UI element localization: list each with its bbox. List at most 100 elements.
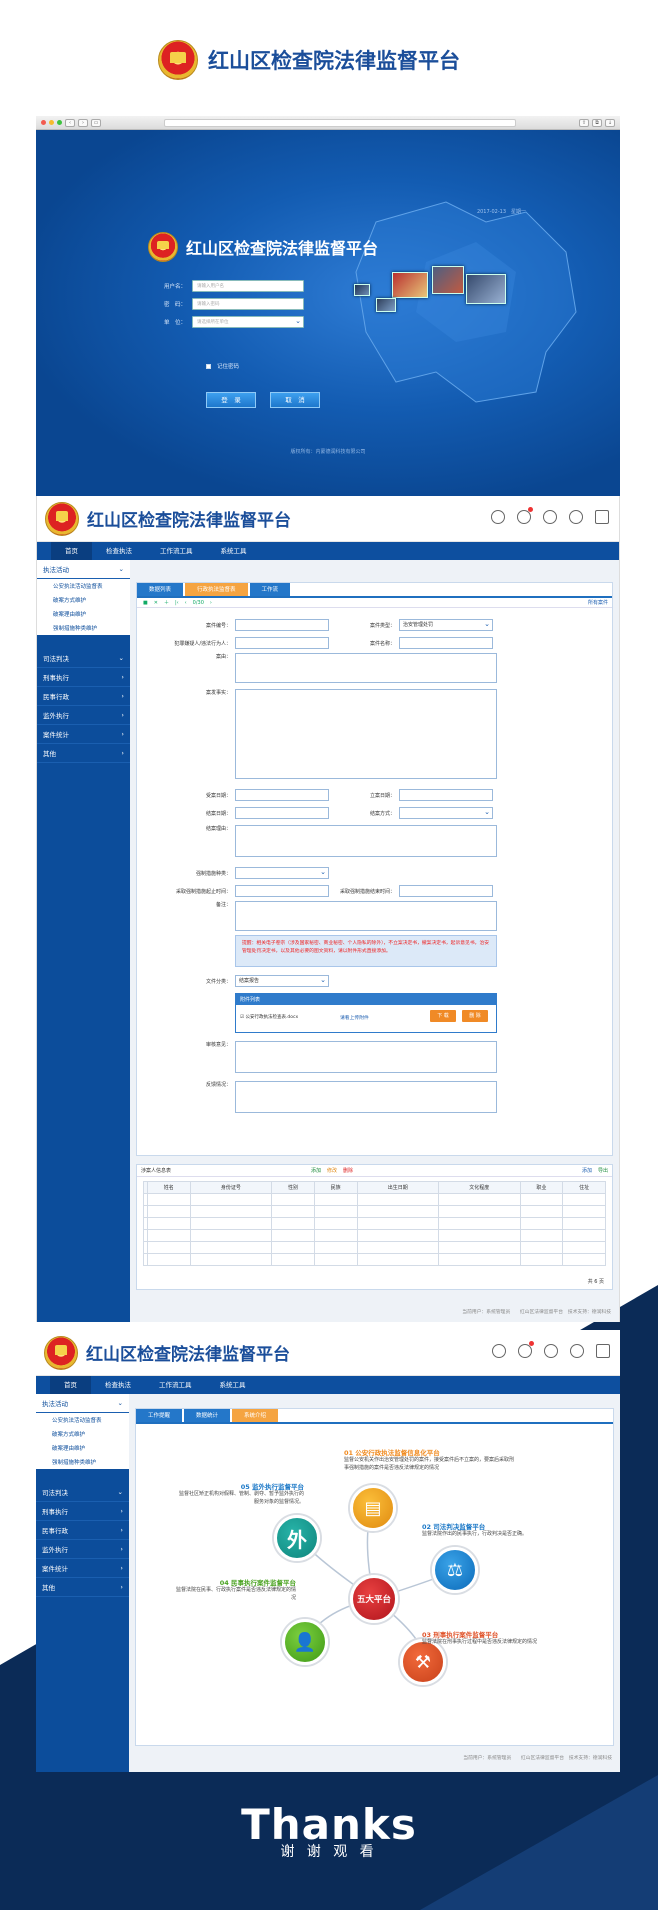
nav-workflow[interactable]: 工作流工具 [146,542,207,560]
login-button[interactable]: 登 录 [206,392,256,408]
sidebar-group-judgment[interactable]: 司法判决 ⌄ [37,649,130,668]
first-icon[interactable]: |‹ [175,600,179,606]
suspect-edit-action[interactable]: 修改 [327,1167,337,1174]
delete-button[interactable]: 删 除 [462,1010,488,1022]
sidebar-item-measures[interactable]: 强制措施种类维护 [36,1455,129,1469]
tab-workflow[interactable]: 工作流 [249,583,291,596]
measure-type-select[interactable] [235,867,329,879]
review-textarea[interactable] [235,1041,497,1073]
suspect-delete-action[interactable]: 删除 [343,1167,353,1174]
clock-icon[interactable] [491,510,505,524]
nav-home[interactable]: 首页 [51,542,92,560]
cancel-icon[interactable]: ✕ [154,600,158,606]
logout-icon[interactable] [595,510,609,524]
table-row[interactable] [143,1229,606,1242]
clock-icon[interactable] [492,1344,506,1358]
sidebar-group-civil[interactable]: 民事行政 › [36,1521,129,1540]
table-row[interactable] [143,1241,606,1254]
user-icon[interactable] [544,1344,558,1358]
case-no-input[interactable] [235,619,329,631]
tab-form[interactable]: 行政执法监督表 [185,583,248,596]
sidebar-group-criminal[interactable]: 刑事执行 › [37,668,130,687]
sidebar-item-measures[interactable]: 强制措施种类维护 [37,621,130,635]
suspect-export-action[interactable]: 导出 [598,1167,608,1174]
person-input[interactable] [235,637,329,649]
attachment-file[interactable]: ☑ 公安行政执法检查表.docx [240,1014,298,1020]
user-icon[interactable] [543,510,557,524]
measure-start-input[interactable] [235,885,329,897]
address-bar[interactable] [164,118,516,127]
sidebar-group-outside[interactable]: 监外执行 › [36,1540,129,1559]
bell-icon[interactable] [518,1341,534,1358]
logout-icon[interactable] [596,1344,610,1358]
file-date-input[interactable] [399,789,493,801]
case-type-select[interactable]: 治安管理处罚 [399,619,493,631]
sidebar-group-stats[interactable]: 案件统计 › [37,725,130,744]
sidebar-item-case-reason[interactable]: 破案理由维护 [36,1441,129,1455]
person-icon[interactable]: 👤 [282,1619,328,1665]
accept-date-input[interactable] [235,789,329,801]
file-class-select[interactable]: 结案报告 [235,975,329,987]
gear-icon[interactable] [569,510,583,524]
table-row[interactable] [143,1217,606,1230]
password-input[interactable]: 请输入密码 [192,298,304,310]
facts-textarea[interactable] [235,689,497,779]
nav-inspection[interactable]: 检查执法 [91,1376,145,1394]
nav-home[interactable]: 首页 [50,1376,91,1394]
forward-icon[interactable]: › [78,118,88,127]
back-icon[interactable]: ‹ [65,118,75,127]
feedback-textarea[interactable] [235,1081,497,1113]
outside-execution-icon[interactable]: 外 [274,1515,320,1561]
sidebar-group-other[interactable]: 其他 › [37,744,130,763]
maximize-dot-icon[interactable] [57,120,62,125]
sidebar-group-enforcement[interactable]: 执法活动 ⌄ [37,560,130,579]
cancel-button[interactable]: 取 消 [270,392,320,408]
sidebar-item-police-form[interactable]: 公安执法活动监督表 [36,1413,129,1427]
sidebar-item-police-form[interactable]: 公安执法活动监督表 [37,579,130,593]
share-icon[interactable]: ⇧ [579,118,589,127]
summary-textarea[interactable] [235,653,497,683]
attachment-link[interactable]: 请看上传附件 [340,1014,369,1021]
close-reason-textarea[interactable] [235,825,497,857]
download-icon[interactable]: ↓ [605,118,615,127]
username-input[interactable]: 请输入用户名 [192,280,304,292]
sidebar-group-other[interactable]: 其他 › [36,1578,129,1597]
sidebar-item-case-reason[interactable]: 破案理由维护 [37,607,130,621]
table-row[interactable] [143,1205,606,1218]
suspect-add-action[interactable]: 添加 [311,1167,321,1174]
close-date-input[interactable] [235,807,329,819]
download-button[interactable]: 下 载 [430,1010,456,1022]
sidebar-item-case-method[interactable]: 破案方式维护 [37,593,130,607]
nav-inspection[interactable]: 检查执法 [92,542,146,560]
bell-icon[interactable] [517,507,533,524]
suspect-add-right-action[interactable]: 添加 [582,1167,592,1174]
sidebar-item-case-method[interactable]: 破案方式维护 [36,1427,129,1441]
remark-textarea[interactable] [235,901,497,931]
remember-checkbox[interactable] [206,363,211,369]
close-method-select[interactable] [399,807,493,819]
minimize-dot-icon[interactable] [49,120,54,125]
case-name-input[interactable] [399,637,493,649]
table-row[interactable] [143,1193,606,1206]
tabs-icon[interactable]: ⧉ [592,118,602,127]
nav-workflow[interactable]: 工作流工具 [145,1376,206,1394]
sidebar-group-stats[interactable]: 案件统计 › [36,1559,129,1578]
nav-system[interactable]: 系统工具 [207,542,261,560]
all-cases-link[interactable]: 所有案件 [588,599,612,606]
document-icon[interactable]: ▤ [350,1485,396,1531]
sidebar-group-criminal[interactable]: 刑事执行 › [36,1502,129,1521]
sidebar-group-judgment[interactable]: 司法判决 ⌄ [36,1483,129,1502]
close-dot-icon[interactable] [41,120,46,125]
scales-icon[interactable]: ⚖ [432,1547,478,1593]
sidebar-group-outside[interactable]: 监外执行 › [37,706,130,725]
save-icon[interactable]: ■ [143,600,148,606]
next-icon[interactable]: › [210,600,212,606]
sidebar-group-enforcement[interactable]: 执法活动 ⌄ [36,1394,129,1413]
prev-icon[interactable]: ‹ [185,600,187,606]
table-row[interactable] [143,1253,606,1266]
measure-end-input[interactable] [399,885,493,897]
add-icon[interactable]: ＋ [164,599,169,606]
unit-select[interactable]: 请选择所在单位 [192,316,304,328]
tab-data-list[interactable]: 数据列表 [137,583,184,596]
nav-system[interactable]: 系统工具 [206,1376,260,1394]
